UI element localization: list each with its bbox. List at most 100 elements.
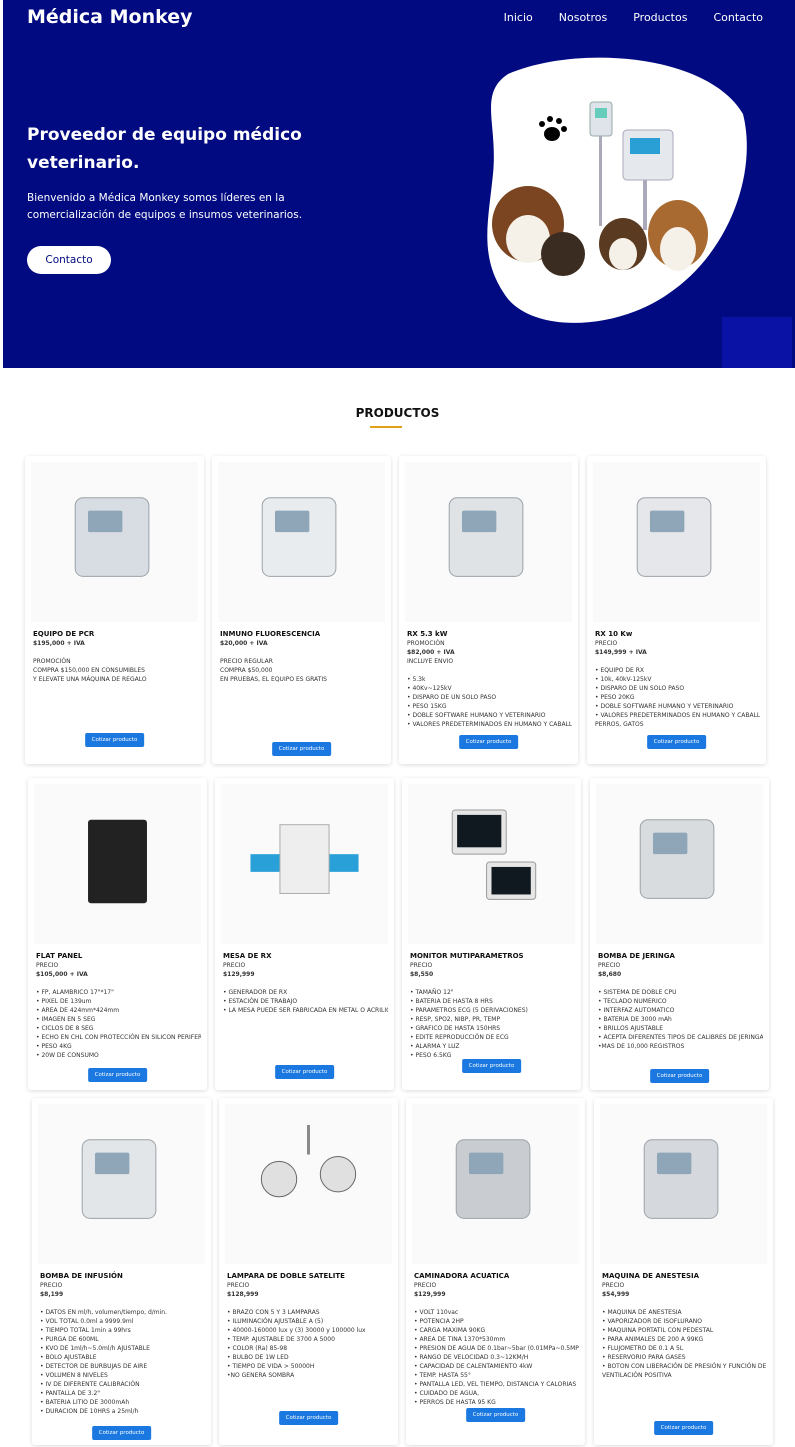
product-detail-line: • DISPARO DE UN SOLO PASO bbox=[595, 685, 685, 692]
product-detail-line: • BATERIA LITIO DE 3000mAh bbox=[40, 1399, 130, 1406]
product-detail-line: • 40000-160000 lux y (3) 30000 y 100000 … bbox=[227, 1327, 366, 1334]
nav-productos[interactable]: Productos bbox=[633, 11, 687, 24]
product-detail-line bbox=[223, 979, 388, 988]
product-detail-line: • VALORES PREDETERMINADOS EN HUMANO Y CA… bbox=[595, 712, 760, 719]
product-detail-line: • TIEMPO DE VIDA > 50000H bbox=[227, 1363, 315, 1370]
product-details: $195,000 + IVA PROMOCIÓN COMPRA $150,000 E… bbox=[33, 639, 198, 684]
nav-inicio[interactable]: Inicio bbox=[504, 11, 533, 24]
product-detail-line: • AREA DE 424mm*424mm bbox=[36, 1007, 120, 1014]
quote-product-button[interactable]: Cotizar producto bbox=[84, 733, 145, 747]
quote-product-button[interactable]: Cotizar producto bbox=[274, 1065, 335, 1079]
product-details: PRECIO $54,999 • MAQUINA DE ANESTESIA • VAP… bbox=[602, 1281, 767, 1380]
product-detail-line: • GENERADOR DE RX bbox=[223, 989, 288, 996]
product-detail-line: PRECIO bbox=[410, 962, 433, 969]
quote-product-button[interactable]: Cotizar producto bbox=[465, 1408, 526, 1422]
product-card: MAQUINA DE ANESTESIA PRECIO $54,999 • MAQUI… bbox=[594, 1098, 773, 1445]
product-detail-line: • CICLOS DE 8 SEG bbox=[36, 1025, 94, 1032]
product-detail-line bbox=[40, 1299, 205, 1308]
product-detail-line: • KVO DE 1ml/h~5.0ml/h AJUSTABLE bbox=[40, 1345, 150, 1352]
nav-contacto[interactable]: Contacto bbox=[713, 11, 763, 24]
product-detail-line: • VOLUMEN 8 NIVELES bbox=[40, 1372, 108, 1379]
product-detail-line: • PERROS DE HASTA 95 KG bbox=[414, 1399, 496, 1406]
product-detail-line: • BOTON CON LIBERACIÓN DE PRESIÓN Y FUNC… bbox=[602, 1363, 767, 1370]
product-image bbox=[225, 1104, 392, 1264]
quote-product-button[interactable]: Cotizar producto bbox=[646, 735, 707, 749]
product-detail-line: • IV DE DIFERENTE CALIBRACIÓN bbox=[40, 1381, 140, 1388]
product-name: LAMPARA DE DOBLE SATELITE bbox=[227, 1272, 345, 1280]
product-detail-line: • GRAFICO DE HASTA 150HRS bbox=[410, 1025, 501, 1032]
product-detail-line: • EDITE REPRODUCCIÓN DE ECG bbox=[410, 1034, 509, 1041]
product-detail-line: PRECIO bbox=[227, 1282, 250, 1289]
product-details: PRECIO $129,999 • GENERADOR DE RX • ESTACIÓ… bbox=[223, 961, 388, 1015]
quote-product-button[interactable]: Cotizar producto bbox=[461, 1059, 522, 1073]
product-detail-line: PRECIO bbox=[40, 1282, 63, 1289]
product-name: MESA DE RX bbox=[223, 952, 272, 960]
quote-product-button[interactable]: Cotizar producto bbox=[271, 742, 332, 756]
product-detail-line: • COLOR (Ra) 85-98 bbox=[227, 1345, 288, 1352]
product-detail-line: • RESP, SPO2, NIBP, PR, TEMP bbox=[410, 1016, 501, 1023]
product-detail-line: • PANTALLA LED, VEL TIEMPO, DISTANCIA Y … bbox=[414, 1381, 577, 1388]
product-name: RX 10 Kw bbox=[595, 630, 633, 638]
product-card: CAMINADORA ACUATICA PRECIO $129,999 • VOLT … bbox=[406, 1098, 585, 1445]
product-detail-line: • CARGA MAXIMA 90KG bbox=[414, 1327, 486, 1334]
product-detail-line: $149,999 + IVA bbox=[595, 649, 647, 656]
product-detail-line: • DISPARO DE UN SOLO PASO bbox=[407, 694, 497, 701]
product-detail-line: • BRAZO CON 5 Y 3 LAMPARAS bbox=[227, 1309, 320, 1316]
product-name: RX 5.3 kW bbox=[407, 630, 448, 638]
product-image-svg bbox=[81, 1139, 157, 1219]
product-detail-line: $8,680 bbox=[598, 971, 622, 978]
corner-decoration bbox=[722, 317, 792, 368]
product-detail-line: VENTILACIÓN POSITIVA bbox=[602, 1372, 672, 1379]
product-card: MESA DE RX PRECIO $129,999 • GENERADOR DE R… bbox=[215, 778, 394, 1090]
quote-product-button[interactable]: Cotizar producto bbox=[278, 1411, 339, 1425]
product-detail-line: • SISTEMA DE DOBLE CPU bbox=[598, 989, 677, 996]
product-name: CAMINADORA ACUATICA bbox=[414, 1272, 510, 1280]
quote-product-button[interactable]: Cotizar producto bbox=[458, 735, 519, 749]
product-detail-line: • CUIDADO DE AGUA, bbox=[414, 1390, 480, 1397]
product-details: PRECIO $129,999 • VOLT 110vac • POTENCIA 2H… bbox=[414, 1281, 579, 1407]
product-image-svg bbox=[448, 497, 524, 577]
product-detail-line: $8,199 bbox=[40, 1291, 64, 1298]
product-detail-line: • BULBO DE 1W LED bbox=[227, 1354, 289, 1361]
product-detail-line: • CAPACIDAD DE CALENTAMIENTO 4kW bbox=[414, 1363, 533, 1370]
product-detail-line: • ALARMA Y LUZ bbox=[410, 1043, 460, 1050]
product-image-svg bbox=[88, 819, 147, 904]
product-card: EQUIPO DE PCR $195,000 + IVA PROMOCIÓN COMP… bbox=[25, 456, 204, 764]
product-detail-line bbox=[33, 648, 198, 657]
product-detail-line: EN PRUEBAS, EL EQUIPO ES GRATIS bbox=[220, 676, 327, 683]
product-detail-line: • PANTALLA DE 3.2" bbox=[40, 1390, 101, 1397]
product-detail-line: • EQUIPO DE RX bbox=[595, 667, 644, 674]
product-detail-line: • VAPORIZADOR DE ISOFLURANO bbox=[602, 1318, 702, 1325]
product-details: PRECIO $149,999 + IVA • EQUIPO DE RX • 10k,… bbox=[595, 639, 760, 729]
product-image-svg bbox=[74, 497, 150, 577]
product-detail-line: $54,999 bbox=[602, 1291, 630, 1298]
product-detail-line: • PESO 15KG bbox=[407, 703, 447, 710]
brand-logo[interactable]: Médica Monkey bbox=[27, 6, 193, 28]
quote-product-button[interactable]: Cotizar producto bbox=[87, 1068, 148, 1082]
product-detail-line: • ILUMINACIÓN AJUSTABLE A (5) bbox=[227, 1318, 324, 1325]
product-detail-line bbox=[36, 979, 201, 988]
nav-nosotros[interactable]: Nosotros bbox=[559, 11, 607, 24]
hero-contact-button[interactable]: Contacto bbox=[27, 246, 111, 274]
quote-product-button[interactable]: Cotizar producto bbox=[653, 1421, 714, 1435]
product-image bbox=[218, 462, 385, 622]
product-image-svg bbox=[636, 497, 712, 577]
product-detail-line: PRECIO bbox=[223, 962, 246, 969]
quote-product-button[interactable]: Cotizar producto bbox=[91, 1426, 152, 1440]
product-name: INMUNO FLUORESCENCIA bbox=[220, 630, 321, 638]
product-detail-line: • TAMAÑO 12" bbox=[410, 989, 454, 996]
product-detail-line: • TEMP. AJUSTABLE DE 3700 A 5000 bbox=[227, 1336, 335, 1343]
hero-text: Bienvenido a Médica Monkey somos líderes… bbox=[27, 192, 303, 221]
quote-product-button[interactable]: Cotizar producto bbox=[649, 1069, 710, 1083]
product-detail-line: Y ELEVATE UNA MÁQUINA DE REGALO bbox=[33, 676, 147, 683]
product-detail-line: $128,999 bbox=[227, 1291, 259, 1298]
product-detail-line: • 10k, 40kV-125kV bbox=[595, 676, 652, 683]
product-detail-line: • DATOS EN ml/h, volumen/tiempo, d/min. bbox=[40, 1309, 167, 1316]
product-image bbox=[596, 784, 763, 944]
product-detail-line: PRECIO bbox=[414, 1282, 437, 1289]
product-name: FLAT PANEL bbox=[36, 952, 83, 960]
product-image bbox=[38, 1104, 205, 1264]
products-section-title: PRODUCTOS bbox=[355, 406, 440, 420]
product-detail-line: • 40Kv~125kV bbox=[407, 685, 452, 692]
product-detail-line: • ESTACIÓN DE TRABAJO bbox=[223, 998, 298, 1005]
